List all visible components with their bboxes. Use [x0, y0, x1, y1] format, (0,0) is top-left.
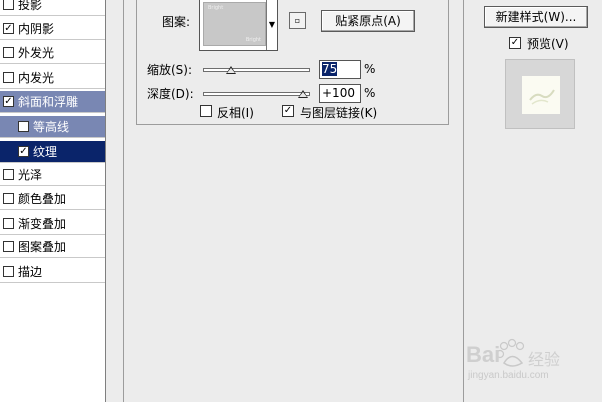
styles-list: 投影 ✓ 内阴影外发光内发光 ✓ 斜面和浮雕等高线 ✓ 纹理光泽颜色叠加渐变叠加图案叠加描边	[0, 0, 106, 402]
style-item-checkbox[interactable]: ✓	[18, 146, 29, 157]
style-item-5[interactable]: 等高线	[0, 116, 105, 138]
preview-label: 预览(V)	[527, 37, 569, 51]
new-preset-icon[interactable]: ▫	[289, 12, 306, 29]
style-preview-swatch	[522, 76, 560, 114]
style-item-label: 等高线	[33, 120, 70, 134]
watermark-brand: Bai	[466, 342, 501, 367]
style-item-1[interactable]: ✓ 内阴影	[0, 18, 105, 40]
snap-to-origin-button[interactable]: 贴紧原点(A)	[321, 10, 415, 32]
pattern-dropdown-arrow-icon[interactable]: ▼	[266, 0, 277, 50]
style-item-checkbox[interactable]: ✓	[3, 23, 14, 34]
preview-pattern-icon	[529, 89, 555, 105]
pattern-preview: Bright Bright	[203, 2, 266, 46]
style-item-0[interactable]: 投影	[0, 0, 105, 16]
style-item-checkbox[interactable]	[3, 218, 14, 229]
style-item-checkbox[interactable]	[18, 121, 29, 132]
invert-label: 反相(I)	[217, 106, 254, 120]
invert-checkbox[interactable]	[200, 105, 212, 117]
scale-unit: %	[364, 62, 376, 76]
style-item-label: 颜色叠加	[18, 192, 67, 206]
scale-slider-thumb[interactable]	[226, 66, 237, 74]
depth-unit: %	[364, 86, 376, 100]
style-item-3[interactable]: 内发光	[0, 67, 105, 89]
style-item-label: 斜面和浮雕	[18, 95, 79, 109]
pattern-label: 图案:	[162, 15, 191, 29]
style-item-6[interactable]: ✓ 纹理	[0, 141, 105, 163]
style-item-checkbox[interactable]	[3, 72, 14, 83]
depth-input[interactable]: +100	[319, 84, 361, 103]
style-item-10[interactable]: 图案叠加	[0, 236, 105, 258]
style-item-checkbox[interactable]	[3, 169, 14, 180]
style-item-checkbox[interactable]	[3, 47, 14, 58]
style-item-checkbox[interactable]: ✓	[3, 96, 14, 107]
baidu-watermark: Bai 经验 jingyan.baidu.com	[464, 336, 600, 386]
scale-input[interactable]: 75	[319, 60, 361, 79]
depth-slider-thumb[interactable]	[297, 90, 308, 98]
style-item-label: 渐变叠加	[18, 217, 67, 231]
style-item-2[interactable]: 外发光	[0, 42, 105, 64]
style-preview-thumbnail	[505, 59, 575, 129]
style-item-7[interactable]: 光泽	[0, 164, 105, 186]
style-item-label: 描边	[18, 265, 43, 279]
style-item-label: 外发光	[18, 46, 55, 60]
link-with-layer-label: 与图层链接(K)	[300, 106, 378, 120]
style-item-checkbox[interactable]	[3, 193, 14, 204]
scale-slider[interactable]	[203, 68, 310, 72]
link-with-layer-checkbox[interactable]: ✓	[282, 105, 294, 117]
style-item-11[interactable]: 描边	[0, 261, 105, 283]
style-item-label: 内发光	[18, 71, 55, 85]
watermark-url: jingyan.baidu.com	[468, 370, 549, 381]
pattern-picker[interactable]: Bright Bright ▼	[199, 0, 278, 51]
depth-slider[interactable]	[203, 92, 310, 96]
style-item-label: 图案叠加	[18, 240, 67, 254]
style-item-4[interactable]: ✓ 斜面和浮雕	[0, 91, 105, 113]
style-item-8[interactable]: 颜色叠加	[0, 188, 105, 210]
preview-checkbox[interactable]: ✓	[509, 37, 521, 49]
scale-label: 缩放(S):	[147, 63, 193, 77]
style-item-label: 投影	[18, 0, 43, 12]
style-item-9[interactable]: 渐变叠加	[0, 213, 105, 235]
style-item-label: 光泽	[18, 168, 43, 182]
style-item-label: 内阴影	[18, 22, 55, 36]
watermark-brand-suffix: 经验	[528, 350, 561, 369]
style-item-checkbox[interactable]	[3, 266, 14, 277]
depth-label: 深度(D):	[147, 87, 194, 101]
style-item-checkbox[interactable]	[3, 241, 14, 252]
new-style-button[interactable]: 新建样式(W)...	[484, 6, 588, 28]
style-item-label: 纹理	[33, 145, 58, 159]
style-item-checkbox[interactable]	[3, 0, 14, 10]
